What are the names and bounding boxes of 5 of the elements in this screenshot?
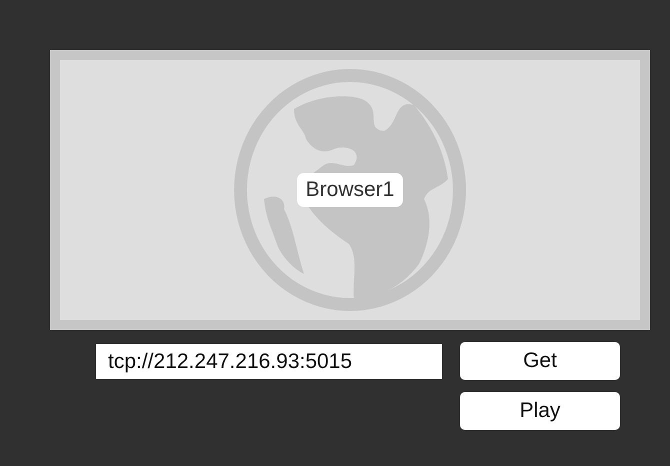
get-button[interactable]: Get [460,342,620,380]
browser-label: Browser1 [296,173,404,207]
globe-icon [234,69,466,311]
url-field[interactable]: tcp://212.247.216.93:5015 [96,344,442,379]
play-button[interactable]: Play [460,392,620,430]
